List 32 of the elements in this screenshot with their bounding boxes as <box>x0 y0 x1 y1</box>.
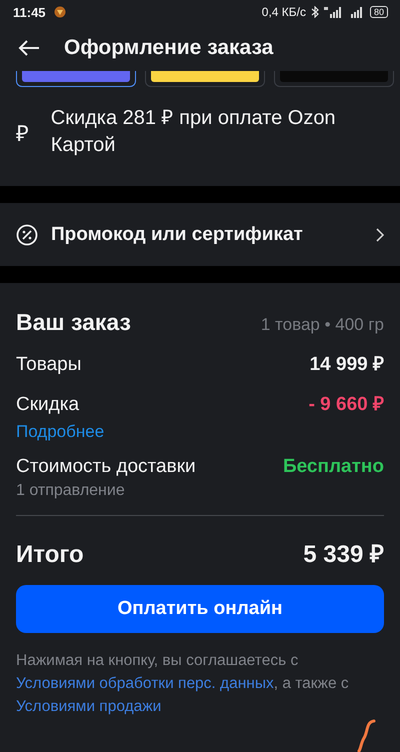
percent-badge-icon <box>16 224 38 246</box>
row-label: Скидка <box>16 394 80 416</box>
app-notification-icon <box>54 6 66 18</box>
shipment-note: 1 отправление <box>16 482 125 500</box>
row-label: Товары <box>16 354 82 376</box>
payment-card[interactable] <box>16 71 136 87</box>
legal-notice: Нажимая на кнопку, вы соглашаетесь с Условиями обработки перс. данных, а также с Условиями продажи <box>16 651 350 717</box>
battery-indicator: 80 <box>370 6 388 18</box>
back-arrow-icon[interactable] <box>18 39 40 57</box>
total-label: Итого <box>16 541 84 569</box>
terms-link[interactable]: Условиями обработки перс. данных <box>16 675 274 692</box>
row-value: - 9 660 ₽ <box>308 393 384 416</box>
row-value: Бесплатно <box>282 456 384 478</box>
order-summary: 1 товар • 400 гр <box>260 315 384 335</box>
total-value: 5 339 ₽ <box>303 540 384 569</box>
order-title: Ваш заказ <box>16 309 131 336</box>
details-link[interactable]: Подробнее <box>16 422 104 442</box>
payment-card[interactable] <box>145 71 265 87</box>
terms-link[interactable]: Условиями продажи <box>16 698 162 715</box>
signal-icon <box>324 6 344 18</box>
network-speed: 0,4 КБ/с <box>262 5 306 19</box>
chevron-right-icon <box>376 228 384 242</box>
pay-online-button[interactable]: Оплатить онлайн <box>16 585 384 633</box>
card-discount-text: Скидка 281 ₽ при оплате Ozon Картой <box>50 106 337 158</box>
status-time: 11:45 <box>13 4 46 20</box>
ruble-icon: ₽ <box>16 117 35 147</box>
page-title: Оформление заказа <box>64 36 274 60</box>
scribble-mark <box>356 718 378 752</box>
signal-icon <box>348 6 365 18</box>
row-label: Стоимость доставки <box>16 456 196 478</box>
bluetooth-icon <box>310 6 319 18</box>
row-value: 14 999 ₽ <box>310 353 384 376</box>
